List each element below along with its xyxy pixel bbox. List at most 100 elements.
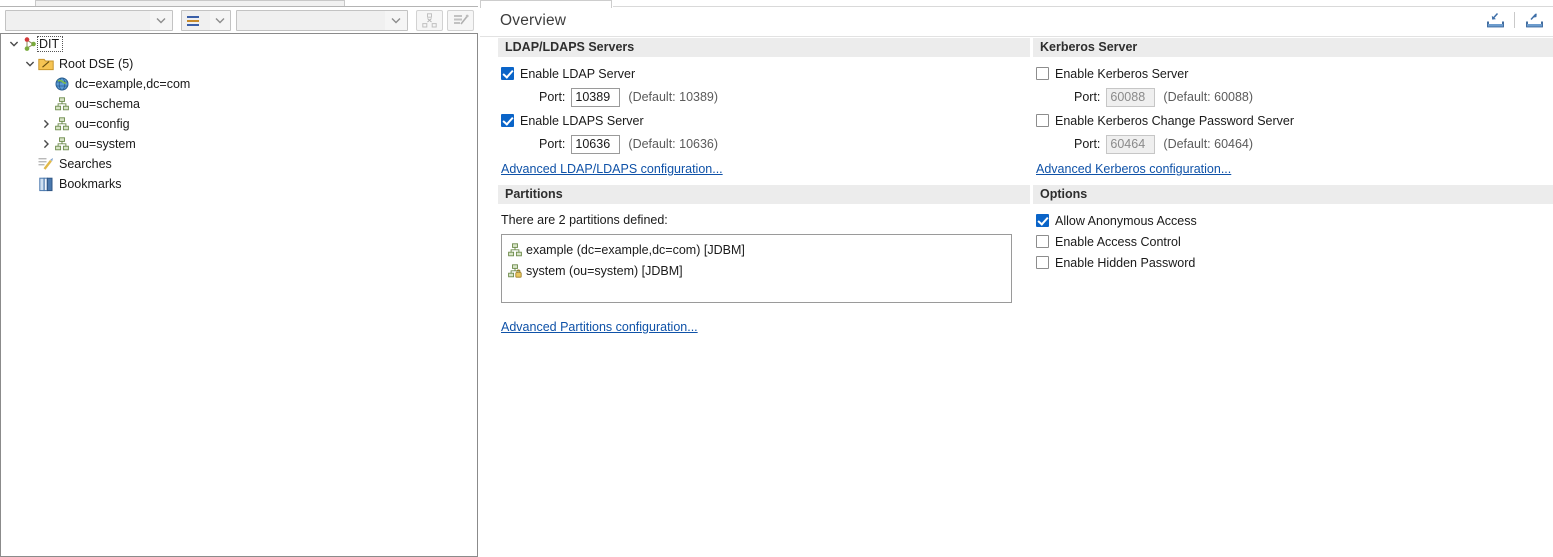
- tree-item-dc-example-dc-com[interactable]: dc=example,dc=com: [1, 74, 477, 94]
- enable-access-control-row[interactable]: Enable Access Control: [1036, 231, 1553, 252]
- kerberos-port-row: Port: (Default: 60088): [1036, 84, 1553, 110]
- editor-action-bar: [1482, 7, 1547, 33]
- action-divider: [1514, 12, 1515, 28]
- ldaps-port-row: Port: (Default: 10636): [501, 131, 1030, 157]
- partition-locked-icon: [506, 262, 524, 280]
- enable-access-control-label: Enable Access Control: [1055, 234, 1181, 249]
- attribute-combo[interactable]: [5, 10, 173, 31]
- kerberos-port-default: (Default: 60088): [1163, 90, 1254, 104]
- attribute-combo-field[interactable]: [6, 11, 150, 30]
- partitions-list[interactable]: example (dc=example,dc=com) [JDBM] syste…: [501, 234, 1012, 303]
- tree-item-searches[interactable]: Searches: [1, 154, 477, 174]
- list-item[interactable]: example (dc=example,dc=com) [JDBM]: [506, 239, 1011, 260]
- kerberos-section-title: Kerberos Server: [1033, 38, 1553, 57]
- tree-twisty-spacer: [23, 174, 37, 194]
- enable-ldap-server-checkbox[interactable]: [501, 67, 514, 80]
- enable-ldaps-server-row[interactable]: Enable LDAPS Server: [501, 110, 1030, 131]
- tree-filter-toolbar: [0, 7, 478, 34]
- list-item[interactable]: system (ou=system) [JDBM]: [506, 260, 1011, 281]
- editor-title-separator: [480, 36, 1553, 37]
- export-button[interactable]: [1521, 8, 1547, 32]
- operator-combo[interactable]: [181, 10, 231, 31]
- chevron-right-icon[interactable]: [39, 114, 53, 134]
- editor-tab-strip: [480, 0, 1553, 8]
- root-dse-icon: [37, 54, 55, 74]
- options-section-title: Options: [1033, 185, 1553, 204]
- partition-label: example (dc=example,dc=com) [JDBM]: [526, 242, 745, 257]
- change-password-port-default: (Default: 60464): [1163, 137, 1254, 151]
- enable-change-password-server-checkbox[interactable]: [1036, 114, 1049, 127]
- tree-item-label: ou=system: [75, 137, 136, 151]
- collapse-tree-button[interactable]: [416, 10, 443, 31]
- change-password-port-row: Port: (Default: 60464): [1036, 131, 1553, 157]
- import-button[interactable]: [1482, 8, 1508, 32]
- advanced-ldap-configuration-link[interactable]: Advanced LDAP/LDAPS configuration...: [501, 162, 723, 176]
- tree-item-label: Searches: [59, 157, 112, 171]
- enable-kerberos-server-label: Enable Kerberos Server: [1055, 66, 1189, 81]
- value-combo[interactable]: [236, 10, 408, 31]
- ldap-section: LDAP/LDAPS Servers Enable LDAP Server Po…: [498, 38, 1030, 181]
- value-combo-field[interactable]: [237, 11, 385, 30]
- tree-item-ou-config[interactable]: ou=config: [1, 114, 477, 134]
- change-password-port-label: Port:: [1074, 137, 1101, 151]
- ldap-port-label: Port:: [539, 90, 566, 104]
- partition-icon: [506, 241, 524, 259]
- tab-overview[interactable]: [480, 0, 612, 8]
- chevron-down-icon[interactable]: [150, 11, 172, 30]
- partition-label: system (ou=system) [JDBM]: [526, 263, 683, 278]
- tree-item-bookmarks[interactable]: Bookmarks: [1, 174, 477, 194]
- enable-hidden-password-row[interactable]: Enable Hidden Password: [1036, 252, 1553, 273]
- clear-filter-button[interactable]: [447, 10, 474, 31]
- tree-twisty-spacer: [23, 154, 37, 174]
- tree-item-label: dc=example,dc=com: [75, 77, 191, 91]
- partitions-advanced-link-row: Advanced Partitions configuration...: [501, 315, 1030, 339]
- ldap-advanced-link-row: Advanced LDAP/LDAPS configuration...: [501, 157, 1030, 181]
- partitions-section: Partitions There are 2 partitions define…: [498, 185, 1030, 339]
- tree-item-label: Root DSE (5): [59, 57, 134, 71]
- enable-ldap-server-row[interactable]: Enable LDAP Server: [501, 63, 1030, 84]
- advanced-partitions-configuration-link[interactable]: Advanced Partitions configuration...: [501, 320, 698, 334]
- tree-item-dit[interactable]: DIT: [1, 34, 477, 54]
- enable-hidden-password-label: Enable Hidden Password: [1055, 255, 1196, 270]
- enable-change-password-server-label: Enable Kerberos Change Password Server: [1055, 113, 1295, 128]
- chevron-down-icon[interactable]: [7, 34, 21, 54]
- enable-change-password-server-row[interactable]: Enable Kerberos Change Password Server: [1036, 110, 1553, 131]
- advanced-kerberos-configuration-link[interactable]: Advanced Kerberos configuration...: [1036, 162, 1231, 176]
- allow-anonymous-access-checkbox[interactable]: [1036, 214, 1049, 227]
- equals-operator-icon: [187, 15, 199, 26]
- chevron-right-icon[interactable]: [39, 134, 53, 154]
- enable-kerberos-server-row[interactable]: Enable Kerberos Server: [1036, 63, 1553, 84]
- tree-item-label: DIT: [36, 36, 64, 52]
- overview-editor: Overview LDAP/LDAPS Servers Enable LDAP …: [480, 0, 1553, 557]
- enable-hidden-password-checkbox[interactable]: [1036, 256, 1049, 269]
- ldaps-port-default: (Default: 10636): [628, 137, 719, 151]
- operator-combo-field[interactable]: [182, 11, 210, 30]
- partitions-summary: There are 2 partitions defined:: [501, 213, 668, 227]
- tree-item-ou-system[interactable]: ou=system: [1, 134, 477, 154]
- dit-tree-pane[interactable]: DIT Root DSE (5) dc=example,dc=com ou=schem…: [0, 33, 478, 557]
- chevron-down-icon[interactable]: [23, 54, 37, 74]
- enable-ldap-server-label: Enable LDAP Server: [520, 66, 636, 81]
- ldaps-port-label: Port:: [539, 137, 566, 151]
- ldaps-port-input[interactable]: [571, 134, 621, 154]
- tree-twisty-spacer: [39, 74, 53, 94]
- ldap-port-row: Port: (Default: 10389): [501, 84, 1030, 110]
- enable-access-control-checkbox[interactable]: [1036, 235, 1049, 248]
- overview-right-column: Kerberos Server Enable Kerberos Server P…: [1033, 38, 1553, 273]
- chevron-down-icon[interactable]: [385, 11, 407, 30]
- tree-item-ou-schema[interactable]: ou=schema: [1, 94, 477, 114]
- kerberos-section: Kerberos Server Enable Kerberos Server P…: [1033, 38, 1553, 181]
- allow-anonymous-access-row[interactable]: Allow Anonymous Access: [1036, 210, 1553, 231]
- tree-item-label: Bookmarks: [59, 177, 122, 191]
- ldap-section-title: LDAP/LDAPS Servers: [498, 38, 1030, 57]
- tree-item-root-dse-5[interactable]: Root DSE (5): [1, 54, 477, 74]
- chevron-down-icon[interactable]: [210, 11, 230, 30]
- enable-kerberos-server-checkbox[interactable]: [1036, 67, 1049, 80]
- export-icon: [1525, 12, 1543, 27]
- allow-anonymous-access-label: Allow Anonymous Access: [1055, 213, 1197, 228]
- clear-filter-icon: [453, 14, 469, 25]
- ldap-port-input[interactable]: [571, 87, 621, 107]
- collapse-tree-icon: [422, 13, 437, 28]
- enable-ldaps-server-checkbox[interactable]: [501, 114, 514, 127]
- overview-form: LDAP/LDAPS Servers Enable LDAP Server Po…: [480, 38, 1553, 557]
